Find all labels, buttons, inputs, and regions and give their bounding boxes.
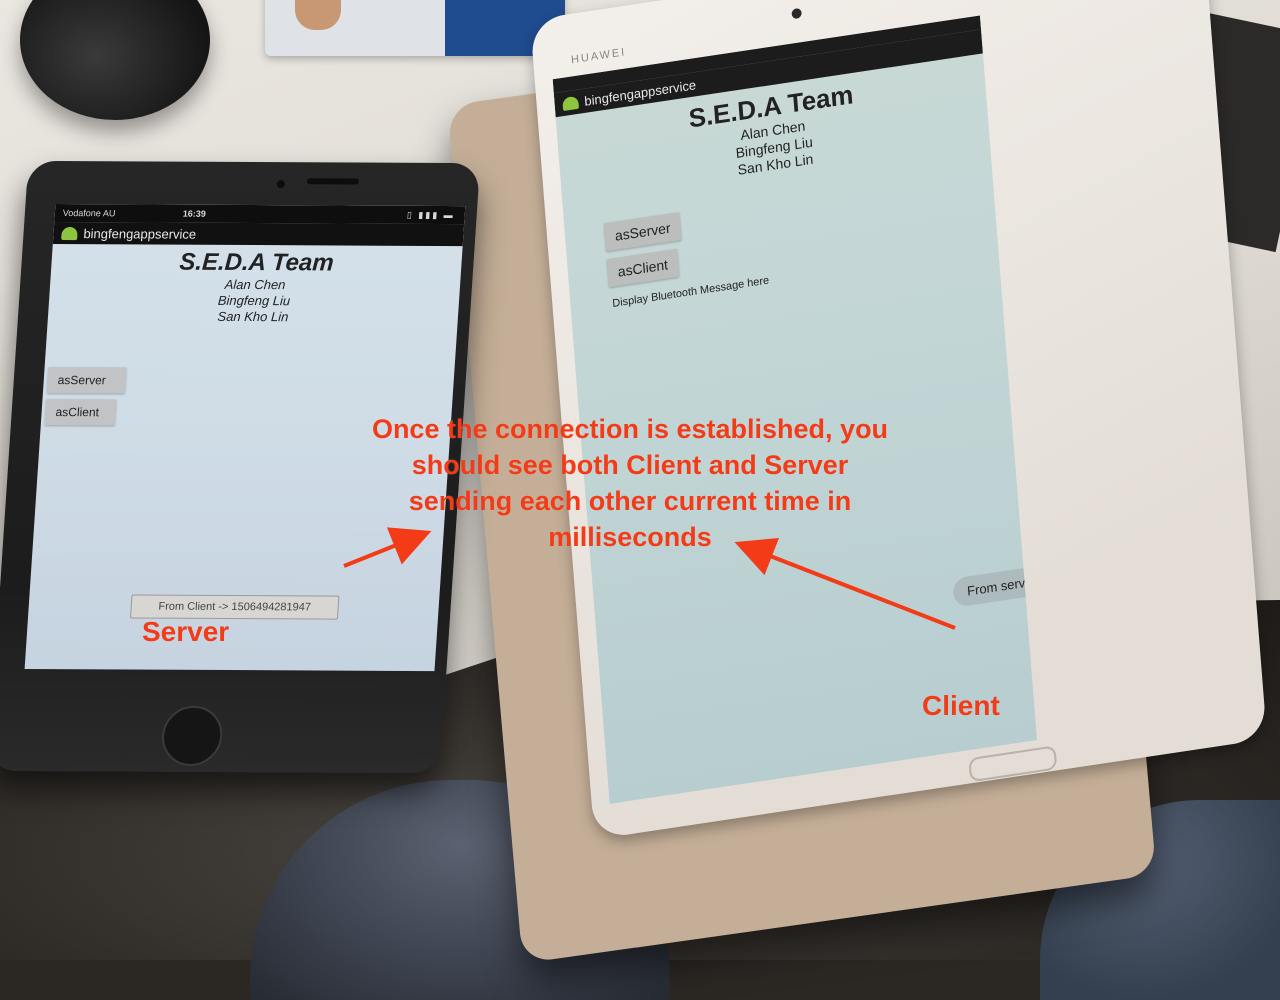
arrow-to-client-message bbox=[734, 537, 956, 630]
caption-line: milliseconds bbox=[548, 522, 712, 552]
caption-line: Once the connection is established, you bbox=[371, 414, 889, 444]
caption-line: should see both Client and Server bbox=[411, 450, 849, 480]
server-label: Server bbox=[142, 616, 230, 647]
annotation-caption: Once the connection is established, you … bbox=[330, 411, 930, 555]
client-label: Client bbox=[922, 690, 1000, 721]
caption-line: sending each other current time in bbox=[408, 486, 852, 516]
